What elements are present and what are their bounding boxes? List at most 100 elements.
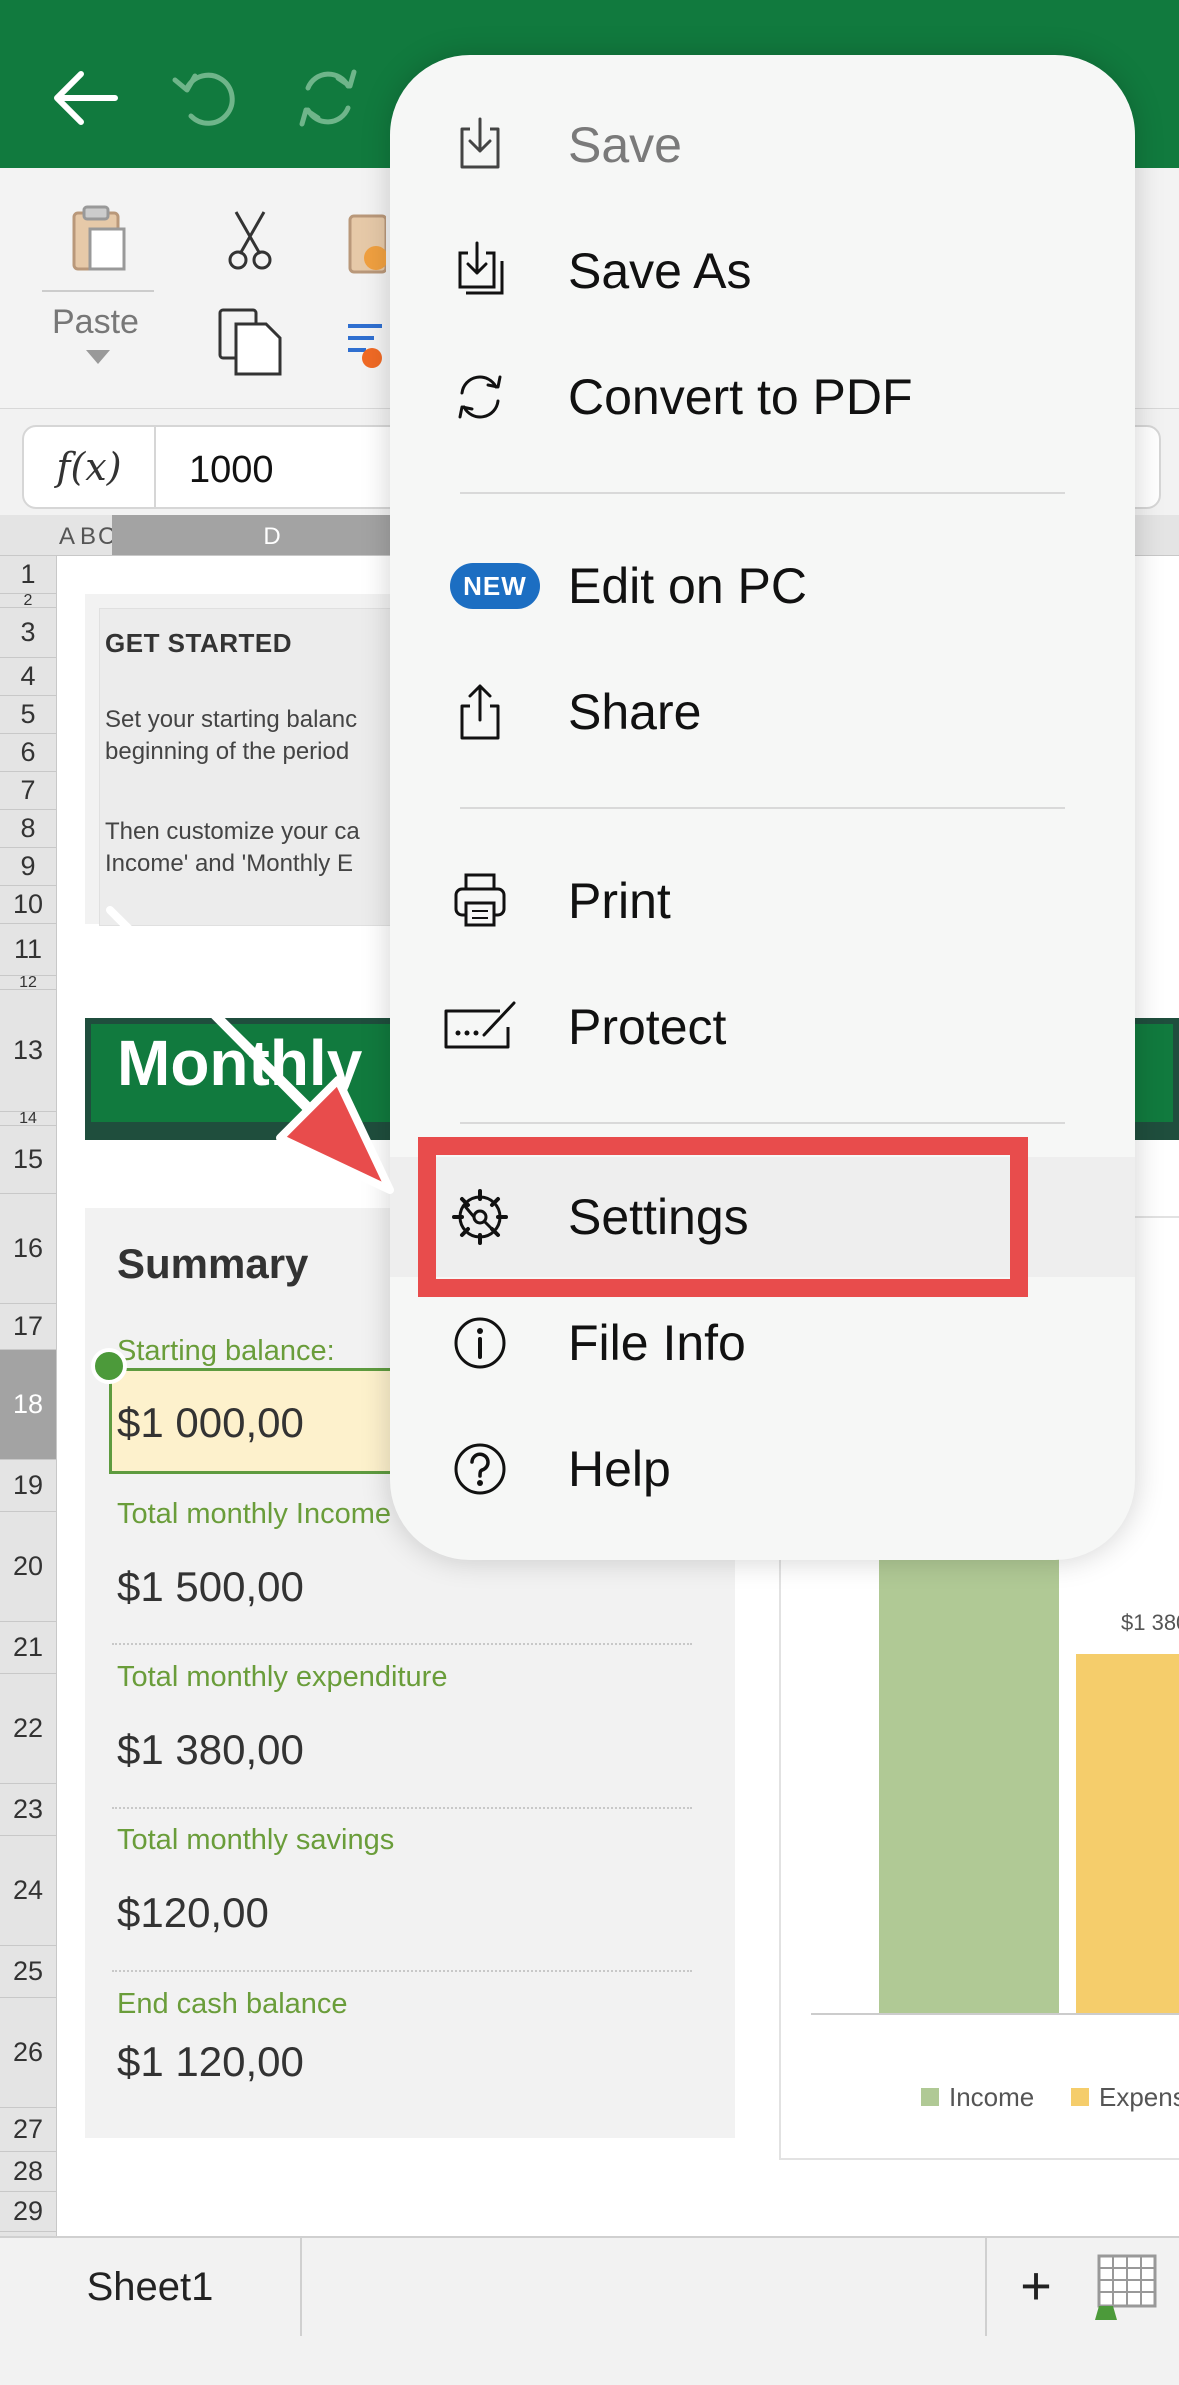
copy-icon[interactable] — [216, 306, 286, 378]
divider — [112, 1807, 692, 1809]
function-button[interactable]: f(x) — [24, 427, 156, 507]
menu-item-share[interactable]: Share — [390, 652, 1135, 772]
row-number[interactable]: 10 — [0, 886, 56, 924]
row-header: 1 2 3 4 5 6 7 8 9 10 11 12 13 14 15 16 17 18 19 20 21 22 23 24 2… — [0, 556, 57, 2236]
row-number[interactable]: 9 — [0, 848, 56, 886]
row-number[interactable]: 25 — [0, 1946, 56, 1998]
new-badge: NEW — [450, 563, 540, 609]
get-started-line2: beginning of the period — [105, 738, 350, 765]
column-d[interactable]: D — [112, 515, 432, 555]
divider — [112, 1643, 692, 1645]
expenditure-value[interactable]: $1 380,00 — [117, 1726, 304, 1774]
menu-item-label: File Info — [568, 1315, 746, 1371]
get-started-title: GET STARTED — [105, 628, 293, 658]
bar-expens[interactable] — [1076, 1654, 1179, 2013]
starting-balance-value[interactable]: $1 000,00 — [117, 1399, 304, 1447]
row-number[interactable]: 19 — [0, 1460, 56, 1512]
highlight-box — [418, 1137, 1028, 1297]
help-icon — [454, 1443, 506, 1495]
row-number[interactable]: 26 — [0, 1998, 56, 2108]
menu-item-label: Print — [568, 873, 671, 929]
column-a[interactable]: A — [57, 515, 77, 555]
format-painter-icon[interactable] — [346, 206, 386, 276]
menu-item-label: Convert to PDF — [568, 369, 913, 425]
share-icon — [460, 684, 500, 740]
menu-separator — [460, 492, 1065, 494]
save-as-icon — [458, 241, 504, 295]
menu-separator — [460, 1122, 1065, 1124]
row-number[interactable]: 7 — [0, 772, 56, 810]
convert-icon — [458, 375, 502, 419]
menu-item-label: Help — [568, 1441, 671, 1497]
row-number[interactable]: 23 — [0, 1784, 56, 1836]
undo-icon[interactable] — [165, 58, 245, 138]
paste-options-icon[interactable] — [346, 318, 386, 368]
row-number[interactable]: 29 — [0, 2192, 56, 2232]
row-number[interactable]: 13 — [0, 990, 56, 1112]
menu-item-label: Save — [568, 117, 682, 173]
get-started-line3: Then customize your ca — [105, 818, 360, 845]
row-number[interactable]: 18 — [0, 1350, 56, 1460]
row-number[interactable]: 5 — [0, 696, 56, 734]
formula-value[interactable]: 1000 — [189, 427, 274, 513]
end-balance-label: End cash balance — [117, 1988, 348, 2020]
row-number[interactable]: 8 — [0, 810, 56, 848]
menu-item-help[interactable]: Help — [390, 1409, 1135, 1529]
menu-separator — [460, 807, 1065, 809]
row-number[interactable]: 14 — [0, 1112, 56, 1126]
starting-balance-label: Starting balance: — [117, 1335, 335, 1367]
end-balance-value[interactable]: $1 120,00 — [117, 2038, 304, 2086]
info-icon — [454, 1317, 506, 1369]
home-indicator-area — [0, 2336, 1179, 2385]
row-number[interactable]: 22 — [0, 1674, 56, 1784]
row-number[interactable]: 2 — [0, 594, 56, 608]
row-number[interactable]: 12 — [0, 976, 56, 990]
menu-item-convert-to-pdf[interactable]: Convert to PDF — [390, 337, 1135, 457]
row-number[interactable]: 20 — [0, 1512, 56, 1622]
add-sheet-button[interactable]: + — [985, 2238, 1085, 2336]
menu-item-save-as[interactable]: Save As — [390, 211, 1135, 331]
row-number[interactable]: 28 — [0, 2152, 56, 2192]
row-number[interactable]: 15 — [0, 1126, 56, 1194]
grid-view-icon[interactable] — [1085, 2248, 1165, 2328]
row-number[interactable]: 16 — [0, 1194, 56, 1304]
menu-item-label: Edit on PC — [568, 558, 808, 614]
sheet-tab-bar: Sheet1 + — [0, 2236, 1179, 2338]
row-number[interactable]: 24 — [0, 1836, 56, 1946]
legend-label: Expens — [1099, 2082, 1179, 2112]
menu-item-label: Save As — [568, 243, 752, 299]
menu-item-edit-on-pc[interactable]: NEW Edit on PC — [390, 526, 1135, 646]
back-arrow-icon[interactable] — [45, 58, 125, 138]
row-number[interactable]: 3 — [0, 608, 56, 658]
row-number[interactable]: 1 — [0, 556, 56, 594]
tab-sheet1[interactable]: Sheet1 — [0, 2238, 302, 2336]
column-b[interactable]: B — [78, 515, 98, 555]
row-number[interactable]: 17 — [0, 1304, 56, 1350]
income-value[interactable]: $1 500,00 — [117, 1563, 304, 1611]
file-menu: Save Save As Convert to PDF NEW Edit on … — [390, 55, 1135, 1560]
menu-item-protect[interactable]: Protect — [390, 967, 1135, 1087]
paste-label[interactable]: Paste — [52, 303, 139, 342]
annotation-arrow — [106, 906, 394, 1194]
paste-icon[interactable] — [68, 203, 128, 273]
row-number[interactable]: 11 — [0, 924, 56, 976]
redo-icon[interactable] — [288, 58, 368, 138]
chevron-down-icon[interactable] — [86, 350, 110, 366]
selection-handle[interactable] — [91, 1348, 127, 1384]
menu-item-label: Protect — [568, 999, 727, 1055]
cut-icon[interactable] — [226, 208, 274, 272]
legend-swatch — [921, 2088, 939, 2106]
menu-item-file-info[interactable]: File Info — [390, 1283, 1135, 1403]
data-label: $1 380 — [1121, 1610, 1179, 1636]
menu-item-save[interactable]: Save — [390, 85, 1135, 205]
column-c[interactable]: C — [98, 515, 115, 555]
row-number[interactable]: 21 — [0, 1622, 56, 1674]
menu-item-print[interactable]: Print — [390, 841, 1135, 961]
row-number[interactable]: 4 — [0, 658, 56, 696]
expenditure-label: Total monthly expenditure — [117, 1661, 448, 1693]
summary-title: Summary — [117, 1240, 309, 1287]
savings-value[interactable]: $120,00 — [117, 1889, 269, 1937]
legend-label: Income — [949, 2082, 1035, 2112]
row-number[interactable]: 27 — [0, 2108, 56, 2152]
row-number[interactable]: 6 — [0, 734, 56, 772]
